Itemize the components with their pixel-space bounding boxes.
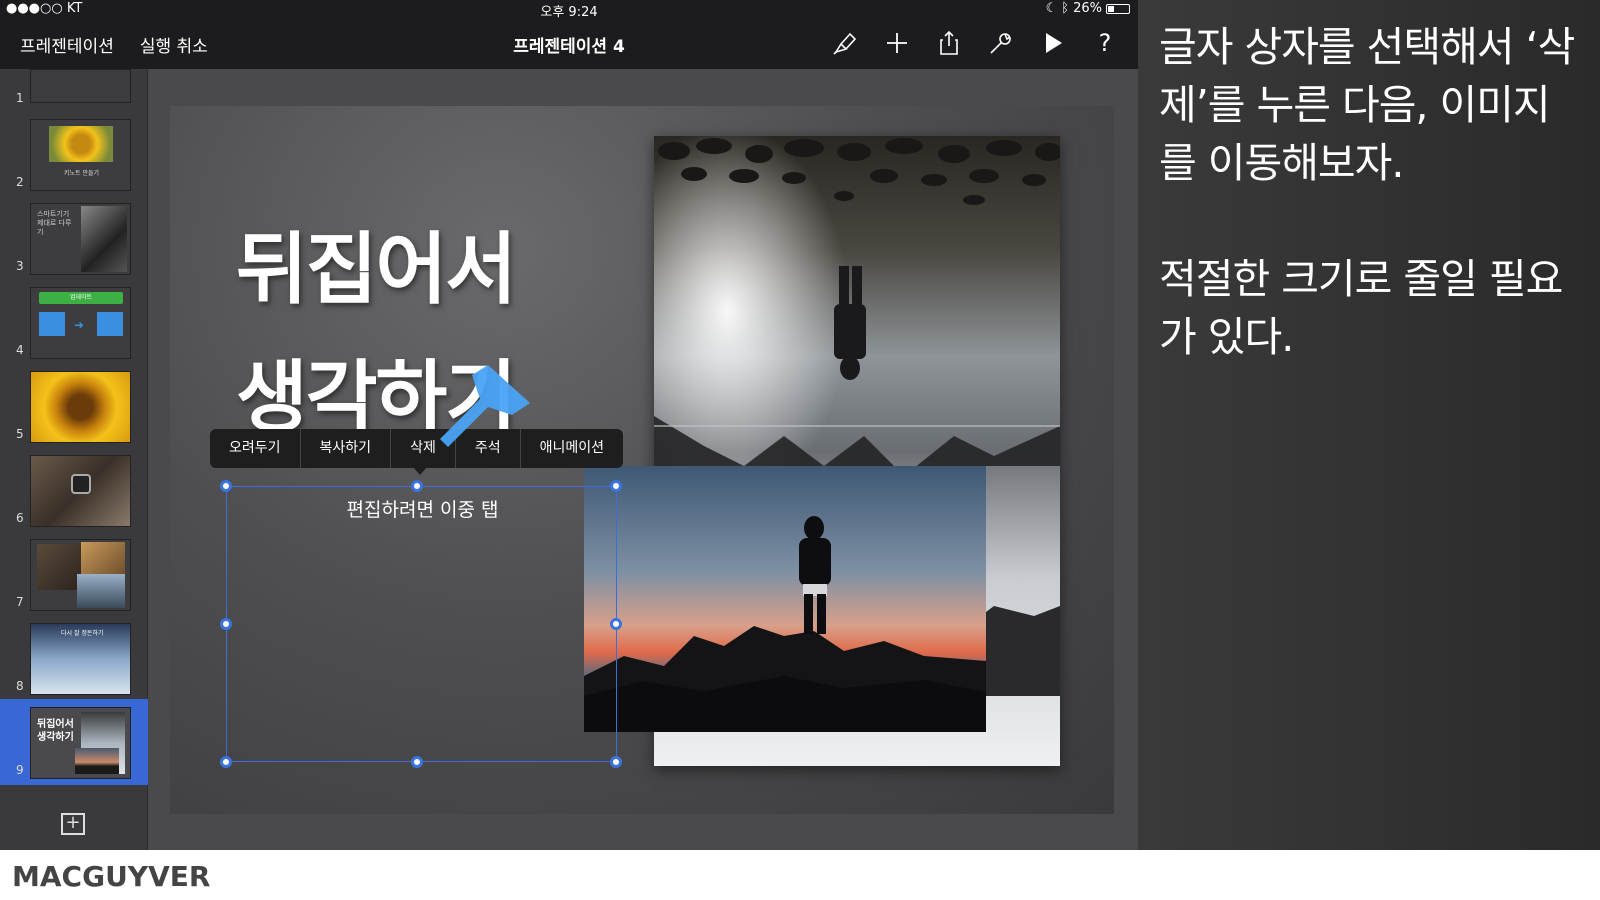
- battery-percent: 26%: [1073, 1, 1102, 16]
- watch-image: [71, 474, 91, 494]
- slide-title[interactable]: 뒤집어서 생각하기: [236, 206, 606, 462]
- moon-icon: ☾: [1045, 1, 1058, 16]
- slide-caption: 스마트기기 제대로 다루기: [37, 210, 72, 236]
- menu-item-copy[interactable]: 복사하기: [301, 429, 392, 468]
- caption-panel: 글자 상자를 선택해서 ‘삭제’를 누른 다음, 이미지를 이동해보자. 적절한…: [1138, 0, 1600, 850]
- help-glyph: ?: [1098, 29, 1112, 57]
- toolbar: 프레젠테이션 실행 취소 프레젠테이션 4 ?: [0, 18, 1138, 69]
- context-menu: 오려두기 복사하기 삭제 주석 애니메이션: [210, 429, 623, 468]
- slide-thumbnail-6[interactable]: [30, 455, 131, 527]
- format-brush-icon[interactable]: [830, 28, 860, 58]
- resize-handle-top-left[interactable]: [220, 480, 232, 492]
- pointer-arrow-icon: [440, 365, 530, 447]
- resize-handle-middle-left[interactable]: [220, 618, 232, 630]
- textbox-placeholder: 편집하려면 이중 탭: [346, 499, 499, 521]
- resize-handle-bottom-center[interactable]: [411, 756, 423, 768]
- help-icon[interactable]: ?: [1090, 28, 1120, 58]
- slide-caption: 키노트 만들기: [63, 170, 100, 177]
- status-right: ☾ ᛒ 26%: [1046, 1, 1130, 16]
- bluetooth-icon: ᛒ: [1061, 1, 1070, 16]
- status-bar: ●●●○○ KT 오후 9:24 ☾ ᛒ 26%: [0, 0, 1138, 20]
- slide-number: 8: [16, 679, 24, 693]
- selected-text-box[interactable]: 편집하려면 이중 탭: [226, 486, 617, 762]
- diagram-box: [39, 312, 65, 336]
- play-icon[interactable]: [1038, 28, 1068, 58]
- tools-wrench-icon[interactable]: [986, 28, 1016, 58]
- slide-thumbnail-2[interactable]: 키노트 만들기: [30, 119, 131, 191]
- resize-handle-top-right[interactable]: [610, 480, 622, 492]
- slide-thumbnail-3[interactable]: 스마트기기 제대로 다루기: [30, 203, 131, 275]
- slide-number: 2: [16, 175, 24, 189]
- battery-icon: [1106, 3, 1130, 14]
- menu-item-cut[interactable]: 오려두기: [210, 429, 301, 468]
- photo-bottom-mini: [75, 748, 119, 774]
- menu-caret: [413, 467, 427, 475]
- footer: MACGUYVER: [0, 850, 1600, 900]
- diagram-box: [97, 312, 123, 336]
- slide-thumbnail-1[interactable]: [30, 69, 131, 103]
- slide-caption: 뒤집어서 생각하기: [37, 719, 74, 743]
- sunflower-image: [49, 126, 113, 162]
- slide-thumbnail-7[interactable]: [30, 539, 131, 611]
- add-slide-button[interactable]: +: [61, 813, 85, 835]
- resize-handle-bottom-left[interactable]: [220, 756, 232, 768]
- ipad-screen: ●●●○○ KT 오후 9:24 ☾ ᛒ 26% 프레젠테이션 실행 취소 프레…: [0, 0, 1138, 850]
- slide-number: 6: [16, 511, 24, 525]
- slide-caption: 업데이트: [39, 292, 123, 304]
- slide-thumbnail-4[interactable]: 업데이트 ➜: [30, 287, 131, 359]
- slide-number: 9: [16, 763, 24, 777]
- photo-3: [77, 574, 125, 608]
- share-icon[interactable]: [934, 28, 964, 58]
- slide-number: 7: [16, 595, 24, 609]
- phone-image: [81, 206, 127, 272]
- sunset-photo[interactable]: [584, 466, 986, 732]
- brand-logo: MACGUYVER: [12, 860, 211, 893]
- arrow-right-icon: ➜: [74, 318, 85, 332]
- resize-handle-top-center[interactable]: [411, 480, 423, 492]
- resize-handle-middle-right[interactable]: [610, 618, 622, 630]
- caption-paragraph-2: 적절한 크기로 줄일 필요가 있다.: [1159, 255, 1563, 361]
- slide-number: 3: [16, 259, 24, 273]
- title-line-1: 뒤집어서: [236, 225, 517, 315]
- slide-number: 1: [16, 91, 24, 105]
- slide-caption: 다시 잘 정돈하기: [61, 630, 104, 637]
- slide-navigator: 1 키노트 만들기 2 스마트기기 제대로 다루기 3 업데이트 ➜ 4 5 6…: [0, 69, 148, 850]
- resize-handle-bottom-right[interactable]: [610, 756, 622, 768]
- menu-item-animation[interactable]: 애니메이션: [521, 429, 623, 468]
- slide-thumbnail-9[interactable]: 뒤집어서 생각하기: [30, 707, 131, 779]
- caption-paragraph-1: 글자 상자를 선택해서 ‘삭제’를 누른 다음, 이미지를 이동해보자.: [1159, 23, 1575, 187]
- add-icon[interactable]: [882, 28, 912, 58]
- slide-number: 4: [16, 343, 24, 357]
- slide-thumbnail-8[interactable]: 다시 잘 정돈하기: [30, 623, 131, 695]
- toolbar-icons: ?: [830, 28, 1120, 58]
- slide-number: 5: [16, 427, 24, 441]
- slide-thumbnail-5[interactable]: [30, 371, 131, 443]
